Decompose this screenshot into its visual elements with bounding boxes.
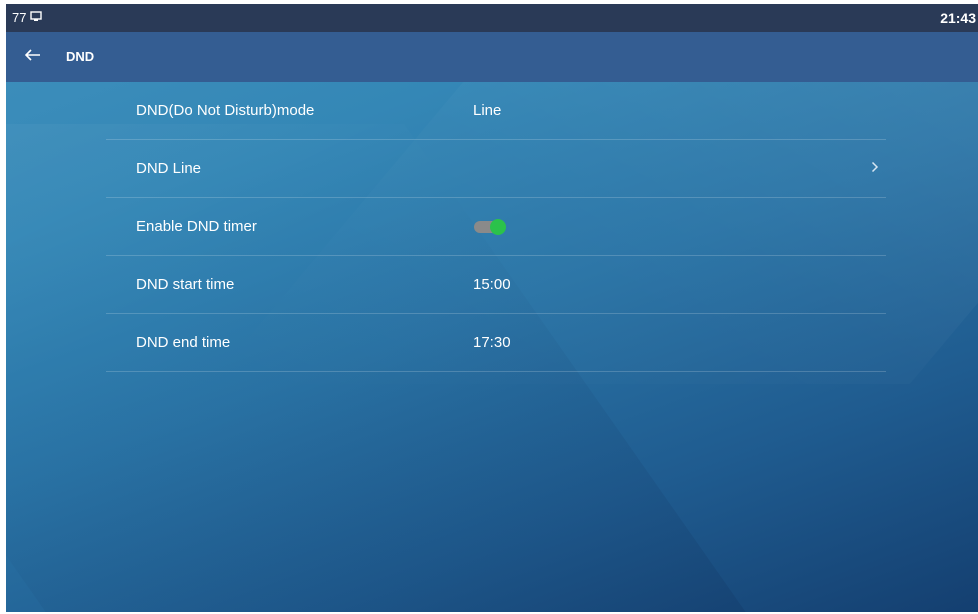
toggle-knob	[490, 219, 506, 235]
title-bar: DND	[6, 32, 978, 82]
setting-dnd-start-time[interactable]: DND start time 15:00	[106, 256, 886, 314]
page-title: DND	[66, 49, 95, 64]
setting-value: Line	[473, 102, 502, 119]
setting-label: DND(Do Not Disturb)mode	[136, 102, 315, 119]
status-left: 77	[12, 10, 43, 25]
setting-dnd-mode[interactable]: DND(Do Not Disturb)mode Line	[106, 82, 886, 140]
status-bar: 77 21:43	[6, 4, 978, 32]
setting-label: Enable DND timer	[136, 218, 257, 235]
setting-label: DND end time	[136, 334, 231, 351]
chevron-right-icon	[871, 160, 879, 178]
line-number: 77	[12, 10, 27, 25]
clock: 21:43	[940, 10, 976, 26]
setting-label: DND start time	[136, 276, 235, 293]
dnd-timer-toggle[interactable]	[474, 219, 506, 235]
back-button[interactable]	[18, 42, 48, 72]
monitor-icon	[30, 10, 43, 25]
setting-value: 17:30	[473, 334, 511, 351]
setting-enable-dnd-timer[interactable]: Enable DND timer	[106, 198, 886, 256]
settings-list: DND(Do Not Disturb)mode Line DND Line En…	[106, 82, 886, 372]
arrow-left-icon	[24, 48, 41, 66]
setting-dnd-line[interactable]: DND Line	[106, 140, 886, 198]
phone-screen: 77 21:43 DND DND(Do Not Disturb)mode Lin…	[6, 4, 978, 612]
setting-value: 15:00	[473, 276, 511, 293]
setting-label: DND Line	[136, 160, 202, 177]
setting-dnd-end-time[interactable]: DND end time 17:30	[106, 314, 886, 372]
